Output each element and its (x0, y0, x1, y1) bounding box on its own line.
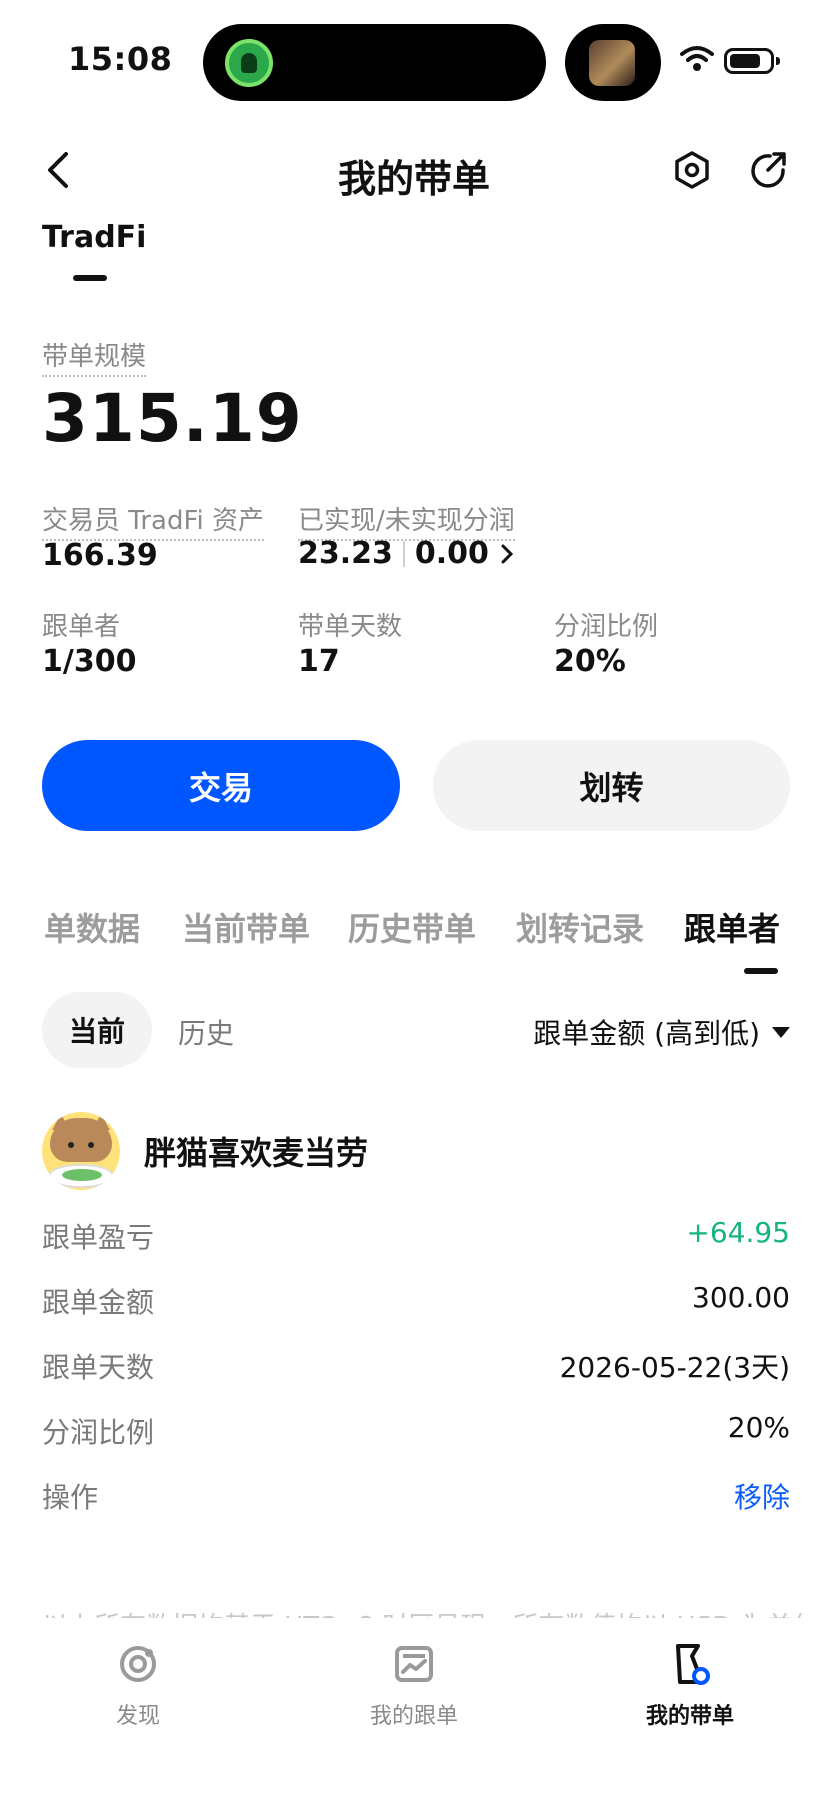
days-value: 17 (298, 644, 340, 679)
dynamic-island (203, 24, 546, 101)
tab-data[interactable]: 单数据 (44, 904, 140, 950)
sort-dropdown[interactable]: 跟单金额 (高到低) (533, 1012, 790, 1052)
amount-value: 300.00 (692, 1281, 790, 1314)
follow-days-label: 跟单天数 (42, 1351, 155, 1384)
tab-current-orders[interactable]: 当前带单 (182, 904, 310, 950)
sort-label: 跟单金额 (高到低) (533, 1017, 760, 1050)
lead-trade-icon (676, 1644, 710, 1685)
scale-value: 315.19 (42, 380, 303, 457)
copy-chart-icon (395, 1646, 433, 1682)
tab-indicator (73, 275, 107, 281)
profit-share-value[interactable]: 23.23 0.00 (298, 536, 515, 571)
followers-label: 跟单者 (42, 612, 121, 642)
ratio-value: 20% (554, 644, 626, 679)
tabbar-my-lead[interactable]: 我的带单 (590, 1642, 790, 1730)
ratio-label: 分润比例 (554, 612, 659, 642)
cat-face-icon (50, 1118, 112, 1162)
follow-days-value: 2026-05-22(3天) (559, 1351, 790, 1384)
trade-button[interactable]: 交易 (42, 740, 400, 831)
status-time: 15:08 (68, 40, 173, 78)
followers-value: 1/300 (42, 644, 137, 679)
media-thumbnail (589, 40, 635, 86)
tabbar-label: 我的跟单 (369, 1704, 458, 1729)
tab-followers[interactable]: 跟单者 (684, 904, 780, 950)
avatar (42, 1112, 120, 1190)
amount-label: 跟单金额 (42, 1286, 155, 1319)
share-ratio-label: 分润比例 (42, 1416, 155, 1449)
tab-transfer-records[interactable]: 划转记录 (516, 904, 644, 950)
battery-icon (724, 48, 780, 74)
remove-button[interactable]: 移除 (734, 1476, 790, 1516)
tabbar-discover[interactable]: 发现 (38, 1642, 238, 1730)
app-badge-icon (225, 39, 273, 87)
days-label: 带单天数 (298, 612, 403, 642)
filter-current[interactable]: 当前 (42, 992, 152, 1068)
transfer-button[interactable]: 划转 (433, 740, 790, 831)
wifi-icon (680, 46, 714, 71)
pnl-label: 跟单盈亏 (42, 1221, 155, 1254)
food-plate-icon (48, 1164, 114, 1188)
caret-down-icon (772, 1026, 790, 1038)
tab-tradfi[interactable]: TradFi (42, 220, 146, 255)
filter-history[interactable]: 历史 (178, 1012, 234, 1052)
action-label: 操作 (42, 1481, 99, 1514)
trader-assets-label: 交易员 TradFi 资产 (42, 500, 265, 541)
follower-name: 胖猫喜欢麦当劳 (144, 1134, 369, 1172)
divider (402, 540, 405, 567)
subtab-indicator (744, 968, 778, 974)
tabbar-label: 发现 (115, 1704, 160, 1729)
trader-assets-value: 166.39 (42, 538, 158, 573)
profit-share-label: 已实现/未实现分润 (298, 500, 515, 541)
tab-history-orders[interactable]: 历史带单 (348, 904, 476, 950)
share-icon[interactable] (748, 150, 788, 190)
pnl-value: +64.95 (686, 1216, 790, 1249)
now-playing-island (565, 24, 661, 101)
unrealized-value: 0.00 (414, 536, 489, 571)
chevron-right-icon (501, 544, 514, 563)
share-ratio-value: 20% (727, 1411, 790, 1444)
settings-hexagon-icon[interactable] (672, 150, 712, 190)
realized-value: 23.23 (298, 536, 393, 571)
tabbar-label: 我的带单 (645, 1704, 734, 1729)
discover-icon (120, 1646, 156, 1682)
tabbar-my-copy[interactable]: 我的跟单 (314, 1642, 514, 1730)
scale-label: 带单规模 (42, 336, 147, 377)
